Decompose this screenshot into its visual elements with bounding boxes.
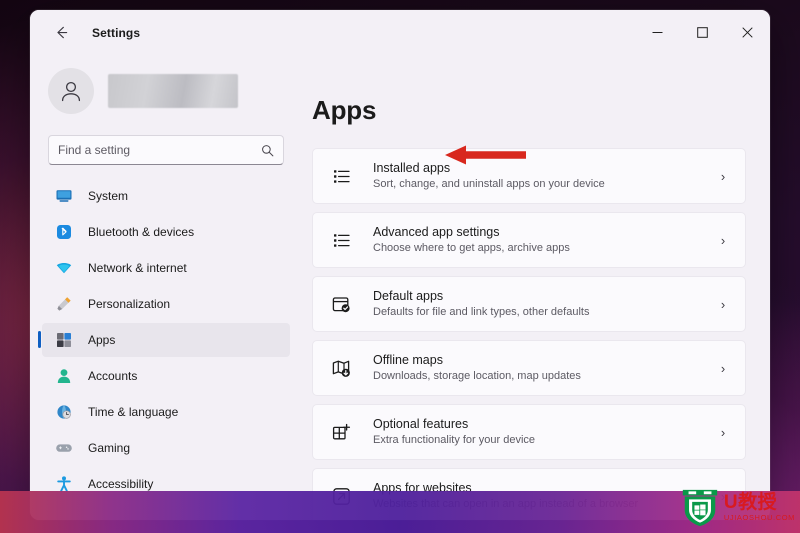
card-title: Default apps [373, 289, 444, 303]
card-text: Advanced app settings Choose where to ge… [373, 224, 715, 256]
window-titlebar: Settings [30, 10, 770, 55]
card-subtitle: Choose where to get apps, archive apps [373, 242, 570, 254]
wifi-icon [54, 258, 74, 278]
card-default-apps[interactable]: Default apps Defaults for file and link … [312, 276, 746, 332]
grid-plus-icon [329, 420, 353, 444]
globe-clock-icon [54, 402, 74, 422]
card-subtitle: Sort, change, and uninstall apps on your… [373, 178, 605, 190]
sidebar-item-apps[interactable]: Apps [38, 323, 290, 357]
chevron-right-icon: › [720, 232, 726, 248]
maximize-icon [697, 27, 708, 38]
bluetooth-icon [54, 222, 74, 242]
watermark: U教授 UJIAOSHOU.COM [679, 485, 795, 529]
card-advanced-app-settings[interactable]: Advanced app settings Choose where to ge… [312, 212, 746, 268]
account-row[interactable] [42, 55, 290, 127]
sidebar-nav: System Bluetooth & devices Network & int… [38, 179, 290, 501]
account-name-area [108, 74, 238, 108]
sidebar-item-personalization[interactable]: Personalization [42, 287, 290, 321]
card-title: Advanced app settings [373, 225, 500, 239]
card-text: Offline maps Downloads, storage location… [373, 352, 715, 384]
close-icon [742, 27, 753, 38]
card-offline-maps[interactable]: Offline maps Downloads, storage location… [312, 340, 746, 396]
sidebar-item-bluetooth-devices[interactable]: Bluetooth & devices [42, 215, 290, 249]
watermark-text: U教授 UJIAOSHOU.COM [723, 491, 795, 522]
sidebar: System Bluetooth & devices [30, 55, 302, 520]
maximize-button[interactable] [680, 10, 725, 55]
map-download-icon [329, 356, 353, 380]
minimize-icon [652, 32, 663, 33]
chevron-right-icon: › [720, 424, 726, 440]
desktop-background: Settings Find a setting System Bluetooth… [0, 0, 800, 533]
sidebar-item-label: Apps [88, 333, 116, 347]
sidebar-item-gaming[interactable]: Gaming [42, 431, 290, 465]
card-title: Apps for websites [373, 481, 472, 495]
sidebar-item-label: Accessibility [88, 477, 154, 491]
gamepad-icon [54, 438, 74, 458]
sidebar-item-label: Network & internet [88, 261, 187, 275]
card-installed-apps[interactable]: Installed apps Sort, change, and uninsta… [312, 148, 746, 204]
card-title: Installed apps [373, 161, 451, 175]
paintbrush-icon [54, 294, 74, 314]
monitor-icon [54, 186, 74, 206]
sidebar-item-label: Time & language [88, 405, 179, 419]
page-title: Apps [312, 95, 377, 125]
sidebar-item-time-language[interactable]: Time & language [42, 395, 290, 429]
apps-grid-icon [54, 330, 74, 350]
window-check-icon [329, 292, 353, 316]
sidebar-item-label: Bluetooth & devices [88, 225, 195, 239]
card-title: Optional features [373, 417, 469, 431]
person-icon [54, 366, 74, 386]
search-input[interactable] [58, 143, 261, 157]
sidebar-item-network-internet[interactable]: Network & internet [42, 251, 290, 285]
chevron-right-icon: › [720, 360, 726, 376]
sidebar-item-label: System [88, 189, 129, 203]
account-name-redacted [108, 74, 238, 108]
sidebar-item-label: Accounts [88, 369, 138, 383]
card-subtitle: Extra functionality for your device [373, 434, 536, 446]
card-title: Offline maps [373, 353, 443, 367]
list-bullet-icon [329, 164, 353, 188]
green-shield-windows-icon [682, 489, 718, 527]
sidebar-item-label: Personalization [88, 297, 171, 311]
chevron-right-icon: › [720, 296, 726, 312]
user-avatar-icon [61, 81, 81, 102]
chevron-right-icon: › [720, 168, 726, 184]
accessibility-person-icon [54, 474, 74, 494]
avatar [48, 68, 94, 114]
window-body: System Bluetooth & devices [30, 55, 770, 520]
external-link-icon [329, 484, 353, 508]
watermark-brand: U教授 [723, 491, 778, 513]
settings-window: Settings Find a setting System Bluetooth… [30, 10, 770, 520]
window-title: Settings [92, 25, 141, 40]
sidebar-item-accounts[interactable]: Accounts [42, 359, 290, 393]
close-button[interactable] [725, 10, 770, 55]
sidebar-item-accessibility[interactable]: Accessibility [42, 467, 290, 501]
minimize-button[interactable] [635, 10, 680, 55]
back-button[interactable] [44, 18, 78, 48]
card-optional-features[interactable]: Optional features Extra functionality fo… [312, 404, 746, 460]
sidebar-item-system[interactable]: System [42, 179, 290, 213]
card-text: Default apps Defaults for file and link … [373, 288, 715, 320]
list-bullet-icon [329, 228, 353, 252]
card-text: Apps for websites Websites that can open… [373, 480, 715, 512]
card-subtitle: Defaults for file and link types, other … [373, 306, 590, 318]
caption-buttons [635, 10, 770, 55]
card-subtitle: Downloads, storage location, map updates [373, 370, 581, 382]
back-arrow-icon [56, 26, 67, 39]
card-text: Installed apps Sort, change, and uninsta… [373, 160, 715, 192]
card-text: Optional features Extra functionality fo… [373, 416, 715, 448]
sidebar-item-label: Gaming [88, 441, 131, 455]
card-subtitle: Websites that can open in an app instead… [373, 498, 639, 510]
search-icon [262, 144, 274, 156]
watermark-domain: UJIAOSHOU.COM [723, 512, 795, 522]
main-content: Apps Installed apps Sort, change, and un… [302, 55, 770, 520]
search-box[interactable] [48, 135, 284, 165]
